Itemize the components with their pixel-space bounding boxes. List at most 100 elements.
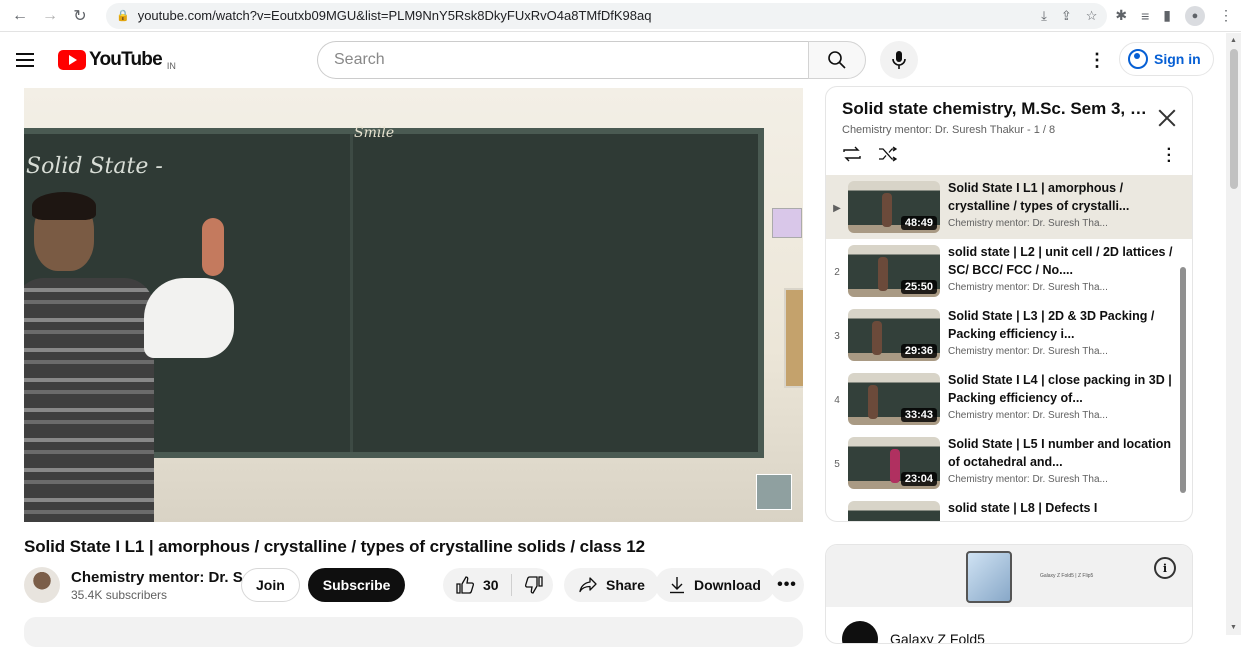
playlist-thumbnail[interactable]: 33:43 bbox=[848, 373, 940, 425]
playlist-panel: Solid state chemistry, M.Sc. Sem 3, 6...… bbox=[825, 86, 1193, 522]
search-button[interactable] bbox=[808, 41, 866, 79]
playlist-thumbnail[interactable]: 25:50 bbox=[848, 245, 940, 297]
url-text[interactable]: youtube.com/watch?v=Eoutxb09MGU&list=PLM… bbox=[138, 8, 652, 23]
youtube-play-icon bbox=[58, 50, 86, 70]
sign-in-button[interactable]: Sign in bbox=[1119, 42, 1214, 76]
ad-product-image bbox=[966, 551, 1012, 603]
page-scrollbar[interactable]: ▲ ▼ bbox=[1226, 33, 1241, 635]
description-box[interactable] bbox=[24, 617, 803, 647]
scroll-down-icon[interactable]: ▼ bbox=[1230, 624, 1237, 631]
ad-logo bbox=[842, 621, 878, 643]
playlist-item-title[interactable]: Solid State I L4 | close packing in 3D |… bbox=[948, 371, 1173, 407]
playlist-subtitle: Chemistry mentor: Dr. Suresh Thakur - 1 … bbox=[842, 124, 1056, 136]
ad-card[interactable]: Galaxy Z Fold5 | Z Flip5 i Galaxy Z Fold… bbox=[825, 544, 1193, 644]
playlist-item-title[interactable]: solid state | L8 | Defects I bbox=[948, 499, 1173, 517]
owner-row: Chemistry mentor: Dr. S... 35.4K subscri… bbox=[24, 567, 804, 603]
playlist-controls bbox=[842, 146, 1176, 162]
channel-name[interactable]: Chemistry mentor: Dr. S... bbox=[71, 569, 255, 586]
youtube-masthead: YouTube IN Search ⋮ Sign in bbox=[0, 32, 1241, 88]
share-page-icon[interactable]: ⇪ bbox=[1061, 8, 1072, 24]
search-icon bbox=[828, 51, 846, 69]
playlist-item-title[interactable]: solid state | L2 | unit cell / 2D lattic… bbox=[948, 243, 1173, 279]
playlist-item[interactable]: 2 25:50 solid state | L2 | unit cell / 2… bbox=[826, 239, 1192, 303]
ad-row: Galaxy Z Fold5 bbox=[826, 607, 1192, 643]
chalk-text-top: Smile bbox=[354, 125, 395, 141]
playlist-item-title[interactable]: Solid State | L3 | 2D & 3D Packing / Pac… bbox=[948, 307, 1173, 343]
subscribe-button[interactable]: Subscribe bbox=[307, 568, 406, 602]
channel-watermark[interactable] bbox=[756, 474, 792, 510]
loop-icon[interactable] bbox=[842, 146, 862, 162]
playlist-item-index: ▶ bbox=[833, 203, 841, 214]
playlist-item[interactable]: 4 33:43 Solid State I L4 | close packing… bbox=[826, 367, 1192, 431]
duration-badge: 48:49 bbox=[900, 216, 937, 230]
duration-badge: 23:04 bbox=[900, 472, 937, 486]
microphone-icon bbox=[892, 51, 906, 69]
subscriber-count: 35.4K subscribers bbox=[71, 587, 168, 602]
playlist-thumbnail[interactable] bbox=[848, 501, 940, 521]
profile-icon[interactable]: ● bbox=[1185, 5, 1205, 26]
playlist-item-title[interactable]: Solid State | L5 I number and location o… bbox=[948, 435, 1173, 471]
playlist-item-channel: Chemistry mentor: Dr. Suresh Tha... bbox=[948, 282, 1108, 293]
playlist-thumbnail[interactable]: 48:49 bbox=[848, 181, 940, 233]
logo-wordmark: YouTube bbox=[89, 49, 163, 70]
scroll-up-icon[interactable]: ▲ bbox=[1230, 37, 1237, 44]
close-icon[interactable] bbox=[1156, 107, 1178, 129]
playlist-more-icon[interactable]: · · · bbox=[1167, 142, 1172, 170]
browser-menu-icon[interactable]: ⋮ bbox=[1219, 7, 1233, 24]
like-button[interactable]: 30 bbox=[443, 574, 512, 596]
install-icon[interactable]: ⤓ bbox=[1041, 8, 1047, 24]
playlist-item-title[interactable]: Solid State I L1 | amorphous / crystalli… bbox=[948, 179, 1173, 215]
channel-avatar[interactable] bbox=[24, 567, 60, 603]
join-button[interactable]: Join bbox=[241, 568, 300, 602]
playlist-scrollbar[interactable] bbox=[1180, 267, 1186, 493]
playlist-title[interactable]: Solid state chemistry, M.Sc. Sem 3, 6... bbox=[842, 99, 1147, 119]
more-horizontal-icon: ••• bbox=[777, 576, 797, 593]
reading-list-icon[interactable]: ≡ bbox=[1141, 8, 1149, 24]
scrollbar-thumb[interactable] bbox=[1230, 49, 1238, 189]
browser-toolbar: ← → ↻ 🔒 youtube.com/watch?v=Eoutxb09MGU&… bbox=[0, 0, 1241, 32]
extensions-icon[interactable]: ✱ bbox=[1115, 7, 1127, 24]
share-label: Share bbox=[606, 577, 645, 593]
lock-icon[interactable]: 🔒 bbox=[116, 9, 130, 22]
address-bar[interactable]: 🔒 youtube.com/watch?v=Eoutxb09MGU&list=P… bbox=[106, 2, 1108, 29]
playlist-item-index: 3 bbox=[834, 331, 840, 342]
playlist-item[interactable]: solid state | L8 | Defects I bbox=[826, 495, 1192, 521]
playlist-thumbnail[interactable]: 29:36 bbox=[848, 309, 940, 361]
playlist-items: ▶ 48:49 Solid State I L1 | amorphous / c… bbox=[826, 175, 1192, 521]
ad-banner[interactable]: Galaxy Z Fold5 | Z Flip5 i bbox=[826, 545, 1192, 607]
info-icon[interactable]: i bbox=[1154, 557, 1176, 579]
playlist-thumbnail[interactable]: 23:04 bbox=[848, 437, 940, 489]
sign-in-label: Sign in bbox=[1154, 51, 1201, 67]
playlist-item-index: 4 bbox=[834, 395, 840, 406]
forward-icon[interactable]: → bbox=[38, 4, 62, 28]
side-panel-icon[interactable]: ▮ bbox=[1163, 7, 1171, 24]
playlist-item[interactable]: 5 23:04 Solid State | L5 I number and lo… bbox=[826, 431, 1192, 495]
settings-more-icon[interactable]: ⋮ bbox=[1088, 50, 1106, 70]
playlist-item-channel: Chemistry mentor: Dr. Suresh Tha... bbox=[948, 474, 1108, 485]
hamburger-menu-icon[interactable] bbox=[16, 48, 40, 72]
chalk-text-left: Solid State - bbox=[26, 154, 163, 179]
wall-poster bbox=[772, 208, 802, 238]
playlist-item-channel: Chemistry mentor: Dr. Suresh Tha... bbox=[948, 410, 1108, 421]
download-button[interactable]: Download bbox=[655, 568, 775, 602]
ad-tagline: Galaxy Z Fold5 | Z Flip5 bbox=[1040, 573, 1094, 579]
playlist-item[interactable]: ▶ 48:49 Solid State I L1 | amorphous / c… bbox=[826, 175, 1192, 239]
bookmark-star-icon[interactable]: ☆ bbox=[1086, 8, 1098, 24]
playlist-item[interactable]: 3 29:36 Solid State | L3 | 2D & 3D Packi… bbox=[826, 303, 1192, 367]
reload-icon[interactable]: ↻ bbox=[68, 4, 92, 28]
shuffle-icon[interactable] bbox=[878, 146, 898, 162]
ad-name[interactable]: Galaxy Z Fold5 bbox=[890, 631, 985, 643]
youtube-logo[interactable]: YouTube IN bbox=[58, 49, 176, 71]
more-actions-button[interactable]: ••• bbox=[770, 568, 804, 602]
duration-badge: 33:43 bbox=[900, 408, 937, 422]
video-player[interactable]: Smile Solid State - bbox=[24, 88, 803, 522]
channel-info: Chemistry mentor: Dr. S... 35.4K subscri… bbox=[71, 569, 255, 602]
dislike-button[interactable] bbox=[512, 575, 556, 595]
download-icon bbox=[670, 577, 684, 594]
search-input[interactable]: Search bbox=[317, 41, 808, 79]
like-count: 30 bbox=[483, 577, 499, 593]
back-icon[interactable]: ← bbox=[8, 4, 32, 28]
share-button[interactable]: Share bbox=[564, 568, 659, 602]
playlist-header: Solid state chemistry, M.Sc. Sem 3, 6...… bbox=[826, 87, 1192, 175]
voice-search-button[interactable] bbox=[880, 41, 918, 79]
